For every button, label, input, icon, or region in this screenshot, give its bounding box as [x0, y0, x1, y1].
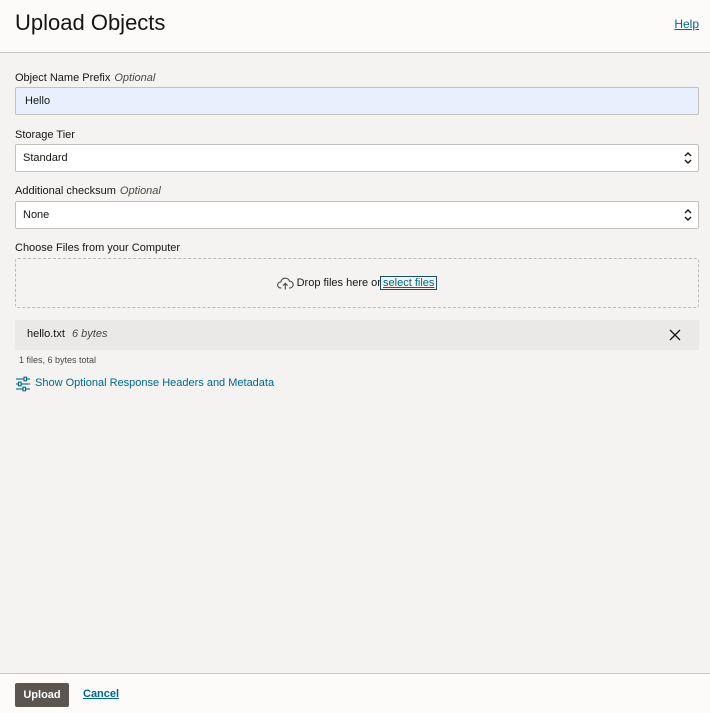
- drop-text: Drop files here or: [296, 277, 381, 289]
- file-dropzone[interactable]: Drop files here or select files: [15, 258, 699, 308]
- checksum-select[interactable]: None: [15, 201, 699, 229]
- cancel-link[interactable]: Cancel: [83, 688, 119, 700]
- select-files-link[interactable]: select files: [380, 276, 438, 290]
- upload-button[interactable]: Upload: [15, 683, 69, 707]
- cloud-upload-icon: [276, 277, 294, 290]
- choose-files-label: Choose Files from your Computer: [15, 242, 180, 254]
- panel-footer: Upload Cancel: [0, 673, 710, 713]
- chevron-updown-icon: [684, 209, 692, 221]
- checksum-value: None: [23, 209, 50, 221]
- files-summary: 1 files, 6 bytes total: [19, 355, 97, 365]
- file-list-item: hello.txt 6 bytes: [15, 320, 699, 350]
- prefix-optional-tag: Optional: [114, 72, 156, 84]
- dropzone-content: Drop files here or select files: [16, 276, 698, 290]
- prefix-label: Object Name Prefix Optional: [15, 72, 155, 84]
- storage-tier-value: Standard: [23, 152, 68, 164]
- storage-tier-label: Storage Tier: [15, 129, 75, 141]
- show-optional-headers-text: Show Optional Response Headers and Metad…: [35, 377, 275, 389]
- upload-objects-panel: Upload Objects Help Object Name Prefix Op…: [0, 0, 710, 713]
- close-icon[interactable]: [668, 328, 682, 342]
- file-name: hello.txt: [27, 328, 65, 340]
- prefix-label-text: Object Name Prefix: [15, 72, 111, 84]
- checksum-label-text: Additional checksum: [15, 185, 116, 197]
- storage-tier-select[interactable]: Standard: [15, 144, 699, 172]
- checksum-label: Additional checksum Optional: [15, 185, 161, 197]
- choose-files-label-text: Choose Files from your Computer: [15, 242, 181, 254]
- file-size: 6 bytes: [72, 328, 108, 340]
- storage-tier-label-text: Storage Tier: [15, 129, 75, 141]
- panel-header: Upload Objects Help: [0, 0, 710, 53]
- checksum-optional-tag: Optional: [119, 185, 161, 197]
- page-title: Upload Objects: [15, 10, 166, 35]
- help-link[interactable]: Help: [674, 17, 699, 31]
- chevron-updown-icon: [684, 152, 692, 164]
- prefix-input[interactable]: [15, 87, 699, 115]
- sliders-icon: [16, 376, 30, 392]
